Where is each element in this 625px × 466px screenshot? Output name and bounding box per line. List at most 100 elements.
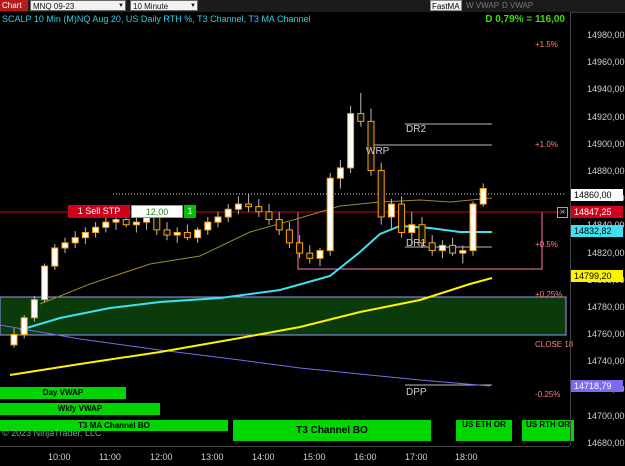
candle-body — [92, 226, 100, 233]
price-tick-label: 14700,00 — [587, 410, 625, 421]
candle-body — [194, 229, 202, 239]
dpp-label: DPP — [406, 387, 427, 398]
dr1-label: DR1 — [406, 238, 427, 249]
wrp-label: WRP — [366, 146, 390, 157]
pct-up-15-label: +1.5% — [535, 40, 558, 49]
candle-body — [71, 237, 79, 244]
pct-dn-025-label: -0.25% — [535, 390, 561, 399]
candle-body — [10, 334, 18, 346]
candle-body — [30, 299, 38, 319]
price-flag: 14860,00 — [571, 189, 623, 201]
order-price-field[interactable]: 12,00 — [131, 205, 183, 218]
candle-body — [398, 203, 406, 233]
chevron-down-icon: ▼ — [118, 3, 124, 9]
candle-body — [112, 219, 120, 223]
candle-body — [204, 221, 212, 231]
candle-body — [51, 247, 59, 267]
w-vwap-button[interactable]: W VWAP — [466, 0, 499, 11]
candle-body — [357, 113, 365, 122]
pct-up-025-label: +0.25% — [535, 290, 563, 299]
candle-body — [102, 221, 110, 228]
fastma-button[interactable]: FastMA — [430, 0, 462, 11]
candle-body — [377, 169, 385, 218]
chart-tab[interactable]: Chart — [0, 0, 28, 11]
interval-selector[interactable]: 10 Minute ▼ — [130, 0, 198, 11]
chevron-down-icon: ▼ — [190, 3, 196, 9]
time-tick-label: 16:00 — [354, 452, 377, 462]
candle-body — [183, 231, 191, 239]
candle-body — [61, 242, 69, 249]
time-tick-label: 15:00 — [303, 452, 326, 462]
us-rth-or-bar: US RTH OR — [522, 420, 574, 441]
candle-body — [265, 211, 273, 221]
candle-body — [387, 203, 395, 218]
close-icon[interactable]: × — [557, 207, 568, 218]
candle-body — [479, 188, 487, 205]
price-tick-label: 14960,00 — [587, 57, 625, 68]
price-flag: 14847,25 — [571, 206, 623, 218]
order-cancel-button[interactable]: 1 — [184, 205, 196, 218]
time-tick-label: 17:00 — [405, 452, 428, 462]
candle-body — [306, 252, 314, 259]
time-axis[interactable]: 10:00 11:00 12:00 13:00 14:00 15:00 16:00 17:00… — [0, 446, 570, 466]
candle-body — [285, 229, 293, 244]
candle-body — [336, 167, 344, 179]
candle-body — [449, 244, 457, 254]
day-vwap-bar: Day VWAP — [0, 387, 126, 399]
price-tick-label: 14780,00 — [587, 302, 625, 312]
price-flag: 14718,79 — [571, 380, 623, 392]
sell-stop-order-label[interactable]: 1 Sell STP — [68, 205, 130, 218]
price-chart[interactable] — [0, 12, 570, 446]
price-tick-label: 14920,00 — [587, 111, 625, 122]
time-tick-label: 10:00 — [48, 452, 71, 462]
candle-body — [459, 250, 467, 254]
candle-body — [132, 221, 140, 226]
pct-up-05-label: +0.5% — [535, 240, 558, 249]
price-tick-label: 14980,00 — [587, 30, 625, 40]
candle-body — [245, 203, 253, 208]
time-tick-label: 13:00 — [201, 452, 224, 462]
time-tick-label: 11:00 — [99, 452, 121, 462]
price-flag: 14799,20 — [571, 270, 623, 282]
price-tick-label: 14900,00 — [587, 138, 625, 149]
candle-body — [163, 229, 171, 236]
candle-body — [81, 231, 89, 239]
candle-body — [224, 208, 232, 218]
time-tick-label: 18:00 — [455, 452, 478, 462]
time-tick-label: 12:00 — [150, 452, 173, 462]
candle-body — [275, 219, 283, 231]
d-vwap-button[interactable]: D VWAP — [502, 0, 533, 11]
candle-body — [469, 203, 477, 252]
candle-body — [122, 219, 130, 226]
candle-body — [255, 206, 263, 213]
candle-body — [438, 244, 446, 252]
price-tick-label: 14880,00 — [587, 166, 625, 176]
wkly-vwap-bar: Wkly VWAP — [0, 403, 160, 415]
dr2-label: DR2 — [406, 124, 427, 135]
time-tick-label: 14:00 — [252, 452, 275, 462]
candle-body — [41, 265, 49, 301]
candle-body — [173, 231, 181, 236]
candle-body — [214, 216, 222, 223]
candle-body — [326, 177, 334, 252]
instrument-selector[interactable]: MNQ 09-23 ▼ — [30, 0, 126, 11]
price-tick-label: 14760,00 — [587, 329, 625, 340]
candle-body — [408, 224, 416, 233]
us-eth-or-bar: US ETH OR — [456, 420, 512, 441]
candle-body — [296, 242, 304, 254]
pct-up-10-label: +1.0% — [535, 140, 558, 149]
candle-body — [428, 242, 436, 252]
chart-title: SCALP 10 Min (M)NQ Aug 20, US Daily RTH … — [2, 14, 311, 24]
t3-channel-bo-bar: T3 Channel BO — [233, 420, 431, 441]
price-tick-label: 14740,00 — [587, 356, 625, 367]
candle-body — [20, 317, 28, 336]
candle-body — [347, 113, 355, 169]
price-tick-label: 14680,00 — [587, 438, 625, 448]
interval-value: 10 Minute — [133, 2, 169, 11]
price-tick-label: 14820,00 — [587, 247, 625, 258]
instrument-value: MNQ 09-23 — [33, 2, 75, 11]
price-tick-label: 14940,00 — [587, 84, 625, 95]
pnl-display: D 0,79% = 116,00 — [485, 14, 565, 25]
candle-body — [316, 250, 324, 259]
candle-body — [234, 203, 242, 210]
